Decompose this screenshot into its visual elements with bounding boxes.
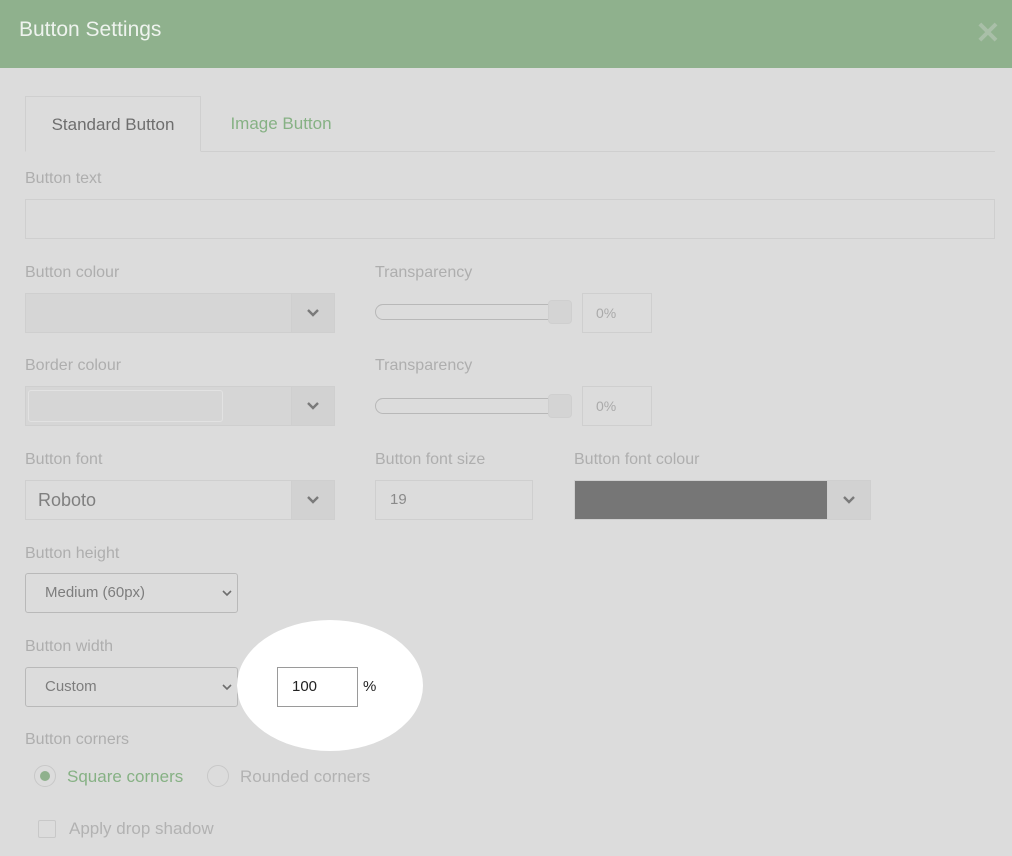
- button-transparency-slider[interactable]: [375, 304, 571, 320]
- button-width-custom-input[interactable]: 100: [277, 667, 358, 707]
- button-width-label: Button width: [25, 638, 114, 655]
- button-font-label: Button font: [25, 451, 103, 468]
- button-text-input[interactable]: [25, 199, 995, 239]
- button-font-colour-swatch: [575, 481, 827, 519]
- button-colour-label: Button colour: [25, 264, 120, 281]
- button-font-colour-select[interactable]: [574, 480, 871, 520]
- drop-shadow-label[interactable]: Apply drop shadow: [69, 819, 214, 839]
- button-text-label: Button text: [25, 170, 102, 187]
- square-corners-label[interactable]: Square corners: [67, 767, 183, 787]
- button-width-unit: %: [363, 678, 377, 695]
- border-colour-swatch: [28, 390, 223, 422]
- dialog-titlebar: Button Settings ✕: [0, 0, 1012, 68]
- border-transparency-value[interactable]: 0%: [582, 386, 652, 426]
- button-height-label: Button height: [25, 545, 120, 562]
- button-transparency-label: Transparency: [375, 264, 473, 281]
- button-font-size-input[interactable]: 19: [375, 480, 533, 520]
- button-height-value: Medium (60px): [45, 584, 146, 601]
- chevron-down-icon: [307, 309, 319, 317]
- chevron-down-icon: [222, 684, 232, 691]
- chevron-down-icon: [307, 496, 319, 504]
- button-font-value: Roboto: [38, 490, 97, 510]
- chevron-down-icon: [843, 496, 855, 504]
- drop-shadow-checkbox[interactable]: [38, 820, 56, 838]
- border-transparency-slider-handle[interactable]: [548, 394, 572, 418]
- tab-standard-button[interactable]: Standard Button: [25, 96, 201, 152]
- rounded-corners-radio[interactable]: [207, 765, 229, 787]
- border-transparency-label: Transparency: [375, 357, 473, 374]
- button-height-select[interactable]: Medium (60px): [25, 573, 238, 613]
- button-font-colour-label: Button font colour: [574, 451, 700, 468]
- rounded-corners-label[interactable]: Rounded corners: [240, 767, 370, 787]
- button-colour-select[interactable]: [25, 293, 335, 333]
- button-width-select[interactable]: Custom: [25, 667, 238, 707]
- button-transparency-value[interactable]: 0%: [582, 293, 652, 333]
- button-width-value: Custom: [45, 678, 97, 695]
- button-font-select[interactable]: Roboto: [25, 480, 335, 520]
- dialog-title: Button Settings: [19, 18, 162, 41]
- tab-image-button[interactable]: Image Button: [206, 96, 356, 152]
- square-corners-radio[interactable]: [34, 765, 56, 787]
- radio-selected-dot: [40, 771, 50, 781]
- chevron-down-icon: [222, 590, 232, 597]
- button-transparency-slider-handle[interactable]: [548, 300, 572, 324]
- button-font-size-label: Button font size: [375, 451, 486, 468]
- border-transparency-slider[interactable]: [375, 398, 571, 414]
- border-colour-label: Border colour: [25, 357, 122, 374]
- button-colour-dropdown-button[interactable]: [291, 293, 335, 333]
- close-icon[interactable]: ✕: [974, 19, 1002, 49]
- border-colour-dropdown-button[interactable]: [291, 386, 335, 426]
- border-colour-select[interactable]: [25, 386, 335, 426]
- chevron-down-icon: [307, 402, 319, 410]
- button-font-dropdown-button[interactable]: [291, 480, 335, 520]
- button-font-colour-dropdown-button[interactable]: [827, 480, 871, 520]
- button-corners-label: Button corners: [25, 731, 130, 748]
